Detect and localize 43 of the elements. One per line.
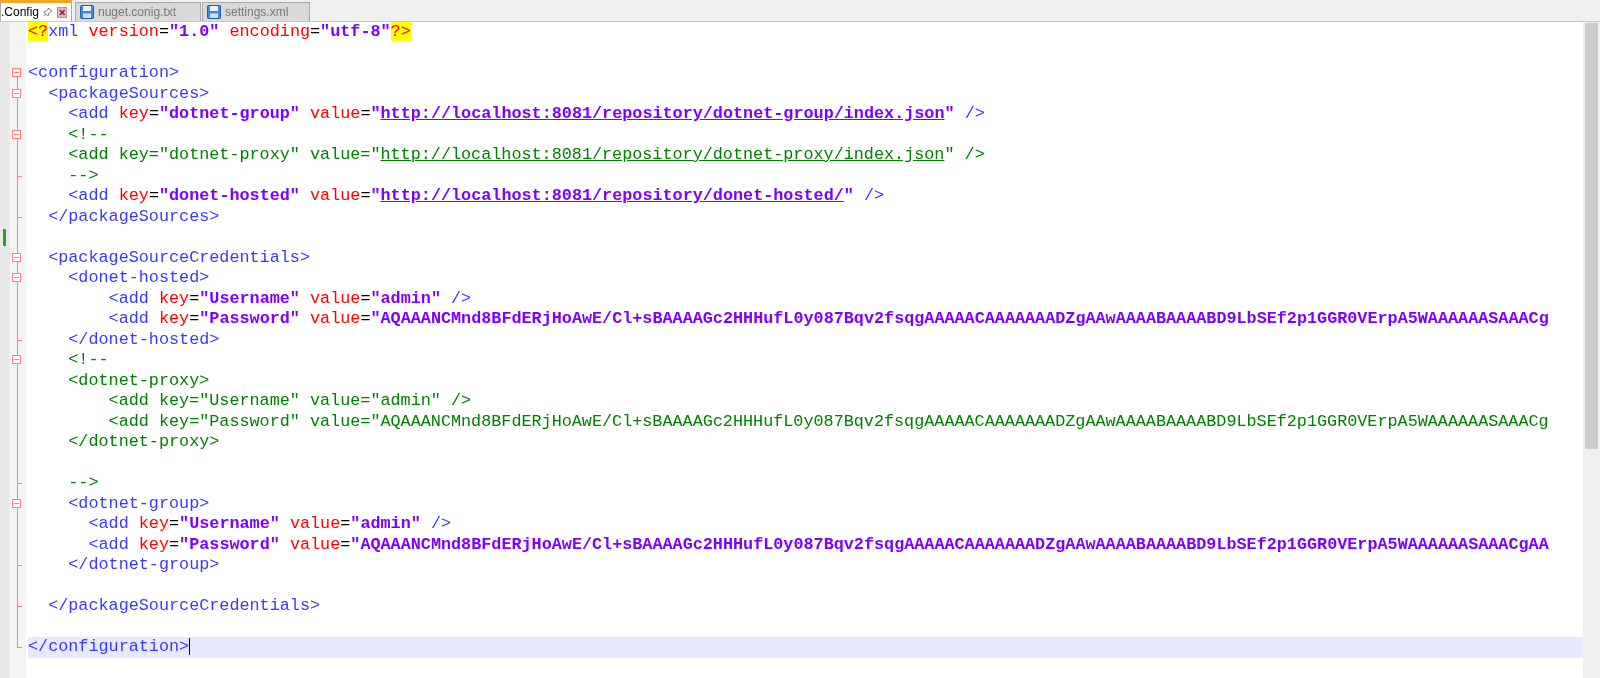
code-line: <add key="Username" value="admin" /> [107, 391, 473, 412]
code-line: <add key="dotnet-group" value="http://localhost:8081/repository/dotnet-group/index.json" /> [67, 104, 986, 125]
code-line: <!-- [67, 124, 110, 145]
code-line: <add key="Username" value="admin" /> [107, 288, 473, 309]
fold-minus-icon[interactable] [12, 273, 21, 282]
code-line: <add key="dotnet-proxy" value="http://localhost:8081/repository/dotnet-proxy/index.json" /> [67, 145, 986, 166]
code-line: <add key="Password" value="AQAAANCMnd8BFdERjHoAwE/Cl+sBAAAAGc2HHHufL0y087Bqv2fsqgAAAAACAAAAAAADZgAAwAAAABAAAABD9LbSEf2p1GGR0VErpA5WAAAAAASAAACgAA [87, 534, 1550, 555]
url-link[interactable]: http://localhost:8081/repository/donet-hosted/ [380, 186, 844, 205]
file-tab[interactable]: nuget.conig.txt [75, 2, 201, 21]
code-line: <add key="Username" value="admin" /> [87, 514, 453, 535]
code-line: --> [67, 165, 100, 186]
vertical-scrollbar[interactable] [1583, 22, 1600, 678]
code-line: <add key="donet-hosted" value="http://localhost:8081/repository/donet-hosted/" /> [67, 186, 886, 207]
code-line: </packageSources> [47, 206, 221, 227]
fold-minus-icon[interactable] [12, 68, 21, 77]
code-line: <add key="Password" value="AQAAANCMnd8BFdERjHoAwE/Cl+sBAAAAGc2HHHufL0y087Bqv2fsqgAAAAACAAAAAAADZgAAwAAAABAAAABD9LbSEf2p1GGR0VErpA5WAAAAAASAAACg [107, 309, 1550, 330]
code-line: </dotnet-group> [67, 555, 221, 576]
code-line: <packageSources> [47, 83, 211, 104]
fold-minus-icon[interactable] [12, 498, 21, 508]
code-line: </dotnet-proxy> [67, 432, 221, 453]
fold-minus-icon[interactable] [12, 129, 21, 139]
code-line: <packageSourceCredentials> [47, 247, 311, 268]
scrollbar-thumb[interactable] [1585, 23, 1598, 449]
code-line: <!-- [67, 350, 110, 371]
url-link[interactable]: http://localhost:8081/repository/dotnet-proxy/index.json [380, 145, 945, 164]
file-tab[interactable]: settings.xml [202, 2, 310, 21]
fold-minus-icon[interactable] [12, 355, 21, 364]
code-line: <dotnet-proxy> [67, 370, 211, 391]
text-cursor [189, 638, 191, 656]
fold-minus-icon[interactable] [12, 252, 21, 262]
file-tab[interactable]: .Config [0, 0, 72, 21]
code-line: <?xml version="1.0" encoding="utf-8"?> [28, 22, 412, 43]
code-line: </packageSourceCredentials> [47, 596, 322, 617]
code-line: <add key="Password" value="AQAAANCMnd8BFdERjHoAwE/Cl+sBAAAAGc2HHHufL0y087Bqv2fsqgAAAAACAAAAAAADZgAAwAAAABAAAABD9LbSEf2p1GGR0VErpA5WAAAAAASAAACg [107, 411, 1550, 432]
close-icon[interactable] [56, 5, 67, 19]
code-line: <dotnet-group> [67, 493, 211, 514]
code-line: <configuration> [28, 63, 181, 84]
code-line: </donet-hosted> [67, 329, 221, 350]
code-line: --> [67, 473, 100, 494]
pin-icon[interactable] [43, 6, 53, 18]
code-line: <donet-hosted> [67, 268, 211, 289]
fold-minus-icon[interactable] [12, 88, 21, 98]
url-link[interactable]: http://localhost:8081/repository/dotnet-group/index.json [380, 104, 945, 123]
